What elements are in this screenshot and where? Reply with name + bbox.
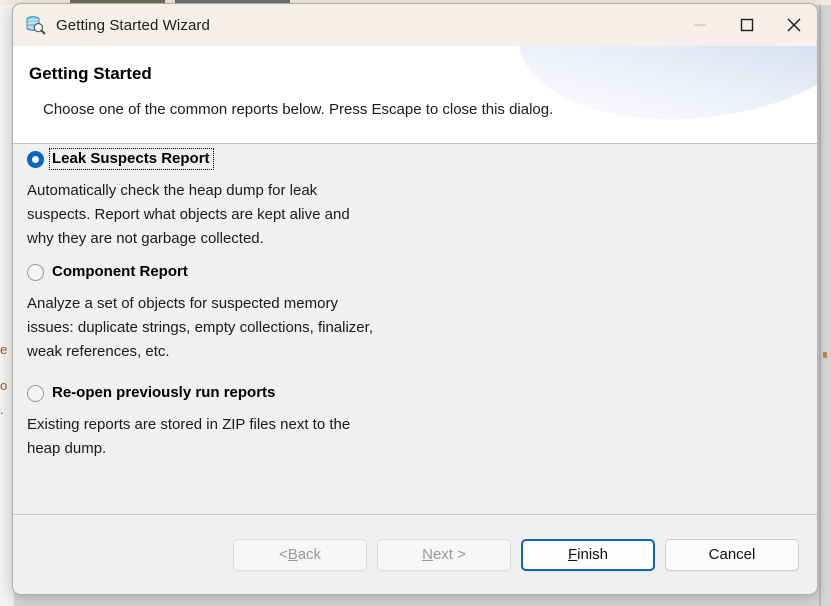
radio-reopen-previous-reports[interactable]	[27, 384, 44, 402]
back-button-suffix: ack	[297, 546, 322, 563]
finish-button-mnemonic: F	[567, 546, 578, 563]
back-button[interactable]: < Back	[233, 538, 367, 571]
background-text-1: e	[0, 342, 8, 357]
option-description: Existing reports are stored in ZIP files…	[27, 416, 351, 457]
finish-button[interactable]: Finish	[521, 538, 655, 571]
finish-button-suffix: inish	[577, 546, 609, 563]
next-button-mnemonic: N	[422, 546, 433, 563]
page-title: Getting Started	[29, 64, 152, 83]
option-header[interactable]: Leak Suspects Report	[27, 148, 350, 170]
title-bar[interactable]: Getting Started Wizard	[13, 4, 817, 46]
page-description: Choose one of the common reports below. …	[43, 101, 554, 118]
window-controls	[676, 4, 817, 46]
option-label: Re-open previously run reports	[52, 384, 276, 401]
cancel-button[interactable]: Cancel	[665, 538, 799, 571]
back-button-mnemonic: B	[287, 546, 298, 563]
minimize-button[interactable]	[676, 4, 723, 46]
background-right-edge	[819, 5, 821, 606]
maximize-button[interactable]	[723, 4, 770, 46]
maximize-icon	[740, 18, 753, 32]
back-button-prefix: <	[278, 546, 288, 563]
cancel-button-suffix: Cancel	[708, 546, 756, 563]
next-button-suffix: ext >	[432, 546, 466, 563]
option-label: Component Report	[52, 263, 188, 280]
next-button[interactable]: Next >	[377, 538, 511, 571]
dialog-body: Leak Suspects Report Automatically check…	[13, 144, 817, 514]
close-icon	[786, 18, 801, 32]
option-label: Leak Suspects Report	[49, 148, 214, 170]
option-header[interactable]: Component Report	[27, 261, 373, 283]
background-text-2: o	[0, 378, 8, 393]
background-text-3: .	[0, 402, 4, 417]
option-reopen-previous-reports[interactable]: Re-open previously run reports Existing …	[27, 382, 350, 461]
dialog-footer: < Back Next > Finish Cancel	[13, 514, 817, 594]
getting-started-wizard-dialog: Getting Started Wizard Getting Started C…	[12, 3, 818, 595]
radio-leak-suspects-report[interactable]	[27, 150, 44, 168]
option-leak-suspects-report[interactable]: Leak Suspects Report Automatically check…	[27, 148, 350, 251]
heap-dump-search-icon	[24, 14, 46, 36]
option-description: Automatically check the heap dump for le…	[27, 182, 350, 247]
option-header[interactable]: Re-open previously run reports	[27, 382, 350, 404]
option-component-report[interactable]: Component Report Analyze a set of object…	[27, 261, 373, 364]
window-title: Getting Started Wizard	[56, 16, 210, 34]
minimize-icon	[693, 24, 706, 26]
close-button[interactable]	[770, 4, 817, 46]
header-decoration-swoosh	[508, 46, 817, 137]
background-right-dot	[823, 352, 827, 358]
dialog-header: Getting Started Choose one of the common…	[13, 46, 817, 144]
radio-component-report[interactable]	[27, 263, 44, 281]
option-description: Analyze a set of objects for suspected m…	[27, 295, 373, 360]
